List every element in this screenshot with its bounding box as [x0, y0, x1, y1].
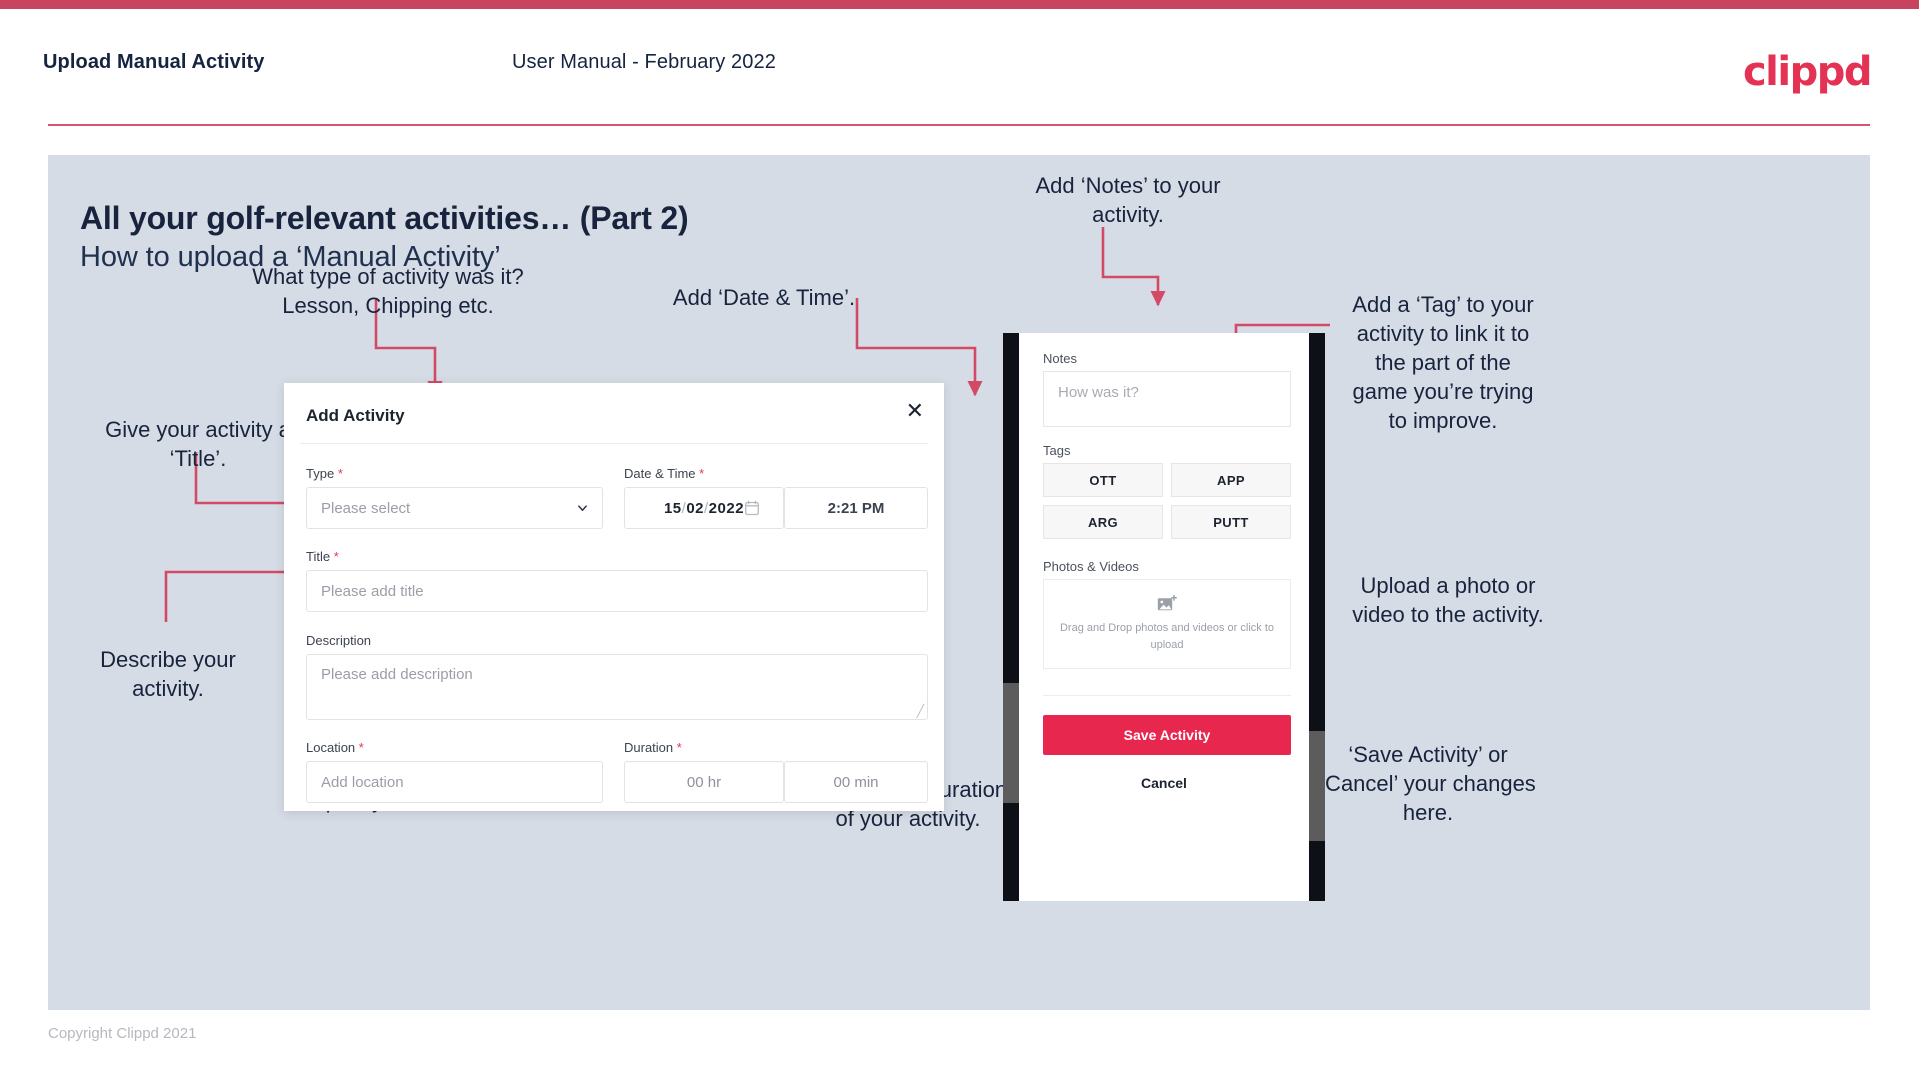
phone-right-frame [1309, 333, 1325, 901]
header-center-title: User Manual - February 2022 [512, 51, 776, 73]
datetime-label-text: Date & Time [624, 466, 696, 481]
tag-app[interactable]: APP [1171, 463, 1291, 497]
datetime-label: Date & Time * [624, 466, 704, 481]
date-field[interactable]: 15/02/2022 [624, 487, 784, 529]
annotation-tags: Add a ‘Tag’ to your activity to link it … [1352, 292, 1534, 433]
duration-minutes-value: 00 min [833, 773, 879, 791]
header-left-title: Upload Manual Activity [43, 51, 265, 73]
location-input[interactable]: Add location [306, 761, 603, 803]
annotation-description: Describe your activity. [100, 647, 236, 701]
time-value: 2:21 PM [827, 499, 885, 517]
tags-label: Tags [1043, 443, 1071, 458]
dialog-title: Add Activity [306, 406, 405, 425]
photo-upload-dropzone[interactable]: Drag and Drop photos and videos or click… [1043, 579, 1291, 669]
duration-required-mark: * [676, 740, 682, 755]
save-activity-button[interactable]: Save Activity [1043, 715, 1291, 755]
phone-mockup: Notes How was it? Tags OTT APP ARG PUTT … [1003, 333, 1325, 901]
header-divider [48, 124, 1870, 126]
type-select[interactable]: Please select [306, 487, 603, 529]
phone-right-scrollbar[interactable] [1309, 731, 1325, 841]
notes-placeholder: How was it? [1058, 384, 1139, 401]
annotation-type: What type of activity was it? Lesson, Ch… [252, 264, 524, 318]
resize-handle-icon[interactable]: ╱ [917, 705, 924, 717]
page-title: All your golf-relevant activities… (Part… [80, 200, 689, 236]
tag-ott-label: OTT [1089, 472, 1117, 488]
title-label: Title * [306, 549, 339, 564]
title-input[interactable]: Please add title [306, 570, 928, 612]
location-required-mark: * [358, 740, 364, 755]
location-label-text: Location [306, 740, 356, 755]
duration-label: Duration * [624, 740, 682, 755]
clippd-logo: clippd [1742, 49, 1873, 95]
annotation-notes: Add ‘Notes’ to your activity. [1035, 173, 1221, 227]
tag-app-label: APP [1217, 472, 1245, 488]
description-label-text: Description [306, 633, 372, 648]
phone-divider [1043, 695, 1291, 696]
add-activity-dialog: Add Activity ✕ Type * Please select Date… [284, 383, 944, 811]
dialog-divider [300, 443, 928, 444]
tag-ott[interactable]: OTT [1043, 463, 1163, 497]
type-placeholder: Please select [321, 499, 411, 517]
title-label-text: Title [306, 549, 331, 564]
page-header: Upload Manual Activity User Manual - Feb… [0, 9, 1919, 127]
time-field[interactable]: 2:21 PM [784, 487, 928, 529]
phone-left-frame [1003, 333, 1019, 901]
description-label: Description [306, 633, 371, 648]
top-accent-rule [0, 0, 1919, 9]
duration-minutes-input[interactable]: 00 min [784, 761, 928, 803]
calendar-icon[interactable] [745, 500, 759, 516]
location-placeholder: Add location [321, 773, 404, 791]
datetime-required-mark: * [699, 466, 705, 481]
cancel-button[interactable]: Cancel [1019, 775, 1309, 791]
title-required-mark: * [333, 549, 339, 564]
save-activity-label: Save Activity [1123, 727, 1211, 743]
type-label: Type * [306, 466, 343, 481]
duration-label-text: Duration [624, 740, 674, 755]
tag-arg[interactable]: ARG [1043, 505, 1163, 539]
close-icon[interactable]: ✕ [906, 400, 924, 422]
phone-left-scrollbar[interactable] [1003, 683, 1019, 803]
location-label: Location * [306, 740, 364, 755]
tag-arg-label: ARG [1087, 514, 1119, 530]
notes-textarea[interactable]: How was it? [1043, 371, 1291, 427]
duration-hours-input[interactable]: 00 hr [624, 761, 784, 803]
phone-screen: Notes How was it? Tags OTT APP ARG PUTT … [1019, 333, 1309, 901]
notes-label: Notes [1043, 351, 1077, 366]
type-required-mark: * [337, 466, 343, 481]
tag-putt[interactable]: PUTT [1171, 505, 1291, 539]
date-day: 15 [663, 499, 682, 517]
description-textarea[interactable]: Please add description ╱ [306, 654, 928, 720]
photos-videos-label: Photos & Videos [1043, 559, 1139, 574]
description-placeholder: Please add description [321, 666, 473, 683]
date-value: 15/02/2022 [625, 500, 783, 517]
duration-hours-value: 00 hr [686, 773, 722, 791]
date-month: 02 [686, 499, 704, 517]
cancel-label: Cancel [1141, 775, 1187, 791]
chevron-down-icon [578, 505, 587, 511]
slide-canvas: All your golf-relevant activities… (Part… [48, 155, 1870, 1010]
footer-copyright: Copyright Clippd 2021 [48, 1025, 197, 1042]
tag-putt-label: PUTT [1213, 514, 1249, 530]
dropzone-text: Drag and Drop photos and videos or click… [1059, 621, 1274, 651]
annotation-datetime: Add ‘Date & Time’. [672, 285, 856, 310]
title-placeholder: Please add title [321, 582, 424, 600]
annotation-photos: Upload a photo or video to the activity. [1352, 573, 1544, 627]
add-image-icon [1157, 594, 1177, 610]
type-label-text: Type [306, 466, 335, 481]
date-year: 2022 [708, 499, 745, 517]
